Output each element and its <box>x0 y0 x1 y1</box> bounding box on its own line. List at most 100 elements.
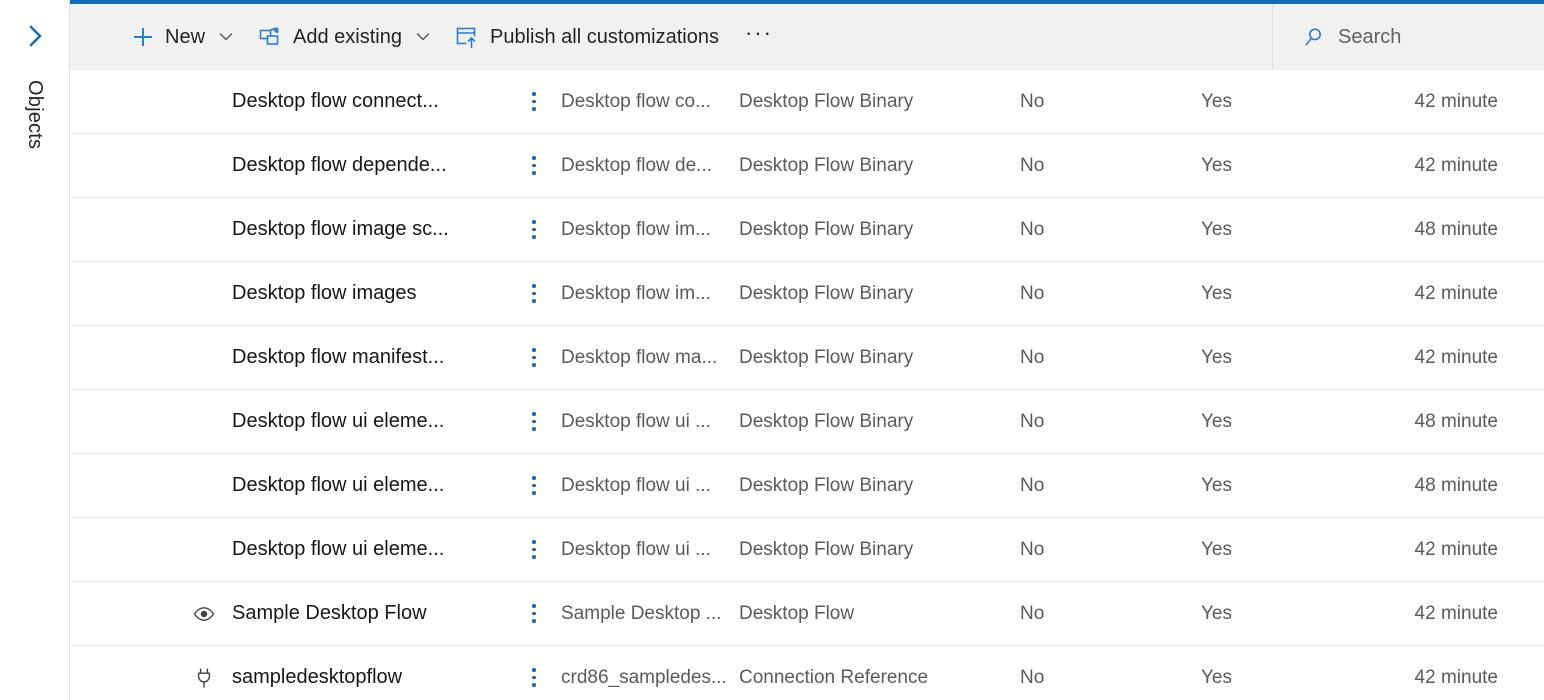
row-customizable: Yes <box>1201 155 1395 177</box>
add-existing-button-label: Add existing <box>293 27 402 47</box>
more-vertical-icon <box>532 92 536 111</box>
row-context-menu-button[interactable] <box>507 604 561 623</box>
more-vertical-icon <box>532 668 536 687</box>
row-display-name[interactable]: Desktop flow ui eleme... <box>232 538 507 561</box>
table-row[interactable]: Desktop flow connect... Desktop flow co..… <box>71 70 1544 134</box>
new-button-label: New <box>165 27 205 47</box>
row-context-menu-button[interactable] <box>507 156 561 175</box>
row-display-name[interactable]: Desktop flow ui eleme... <box>232 474 507 497</box>
publish-all-customizations-label: Publish all customizations <box>490 27 719 47</box>
command-bar-actions: New Add existing <box>70 4 1272 70</box>
new-button[interactable]: New <box>120 13 248 61</box>
connector-plug-icon <box>176 666 232 690</box>
more-vertical-icon <box>532 284 536 303</box>
row-context-menu-button[interactable] <box>507 476 561 495</box>
row-type: Desktop Flow Binary <box>739 91 1020 113</box>
row-context-menu-button[interactable] <box>507 412 561 431</box>
row-display-name[interactable]: Desktop flow manifest... <box>232 346 507 369</box>
row-context-menu-button[interactable] <box>507 284 561 303</box>
row-customizable: Yes <box>1201 283 1395 305</box>
row-display-name[interactable]: Desktop flow ui eleme... <box>232 410 507 433</box>
table-row[interactable]: Desktop flow depende... Desktop flow de..… <box>71 134 1544 198</box>
row-customizable: Yes <box>1201 475 1395 497</box>
row-type: Connection Reference <box>739 667 1020 689</box>
more-vertical-icon <box>532 156 536 175</box>
row-type: Desktop Flow Binary <box>739 539 1020 561</box>
row-customizable: Yes <box>1201 411 1395 433</box>
row-modified: 42 minute <box>1395 539 1544 561</box>
row-type: Desktop Flow Binary <box>739 347 1020 369</box>
row-managed: No <box>1020 539 1201 561</box>
row-name: Sample Desktop ... <box>561 603 739 625</box>
row-modified: 42 minute <box>1395 603 1544 625</box>
row-name: Desktop flow ui ... <box>561 539 739 561</box>
table-row[interactable]: Desktop flow ui eleme... Desktop flow ui … <box>71 454 1544 518</box>
more-vertical-icon <box>532 604 536 623</box>
row-name: Desktop flow co... <box>561 91 739 113</box>
row-managed: No <box>1020 475 1201 497</box>
row-context-menu-button[interactable] <box>507 220 561 239</box>
row-modified: 42 minute <box>1395 347 1544 369</box>
add-existing-icon <box>258 24 284 50</box>
row-context-menu-button[interactable] <box>507 348 561 367</box>
row-modified: 42 minute <box>1395 91 1544 113</box>
table-row[interactable]: Sample Desktop FlowSample Desktop ...Des… <box>71 582 1544 646</box>
expand-panel-button[interactable] <box>14 14 58 58</box>
more-vertical-icon <box>532 348 536 367</box>
table-row[interactable]: sampledesktopflowcrd86_sampledes...Conne… <box>71 646 1544 700</box>
row-display-name[interactable]: Desktop flow connect... <box>232 90 507 113</box>
row-name: Desktop flow ui ... <box>561 411 739 433</box>
row-managed: No <box>1020 667 1201 689</box>
objects-grid[interactable]: Desktop flow connect... Desktop flow co..… <box>71 70 1544 700</box>
more-commands-button[interactable]: ··· <box>737 13 781 61</box>
row-name: Desktop flow im... <box>561 219 739 241</box>
row-type: Desktop Flow Binary <box>739 283 1020 305</box>
more-vertical-icon <box>532 220 536 239</box>
more-vertical-icon <box>532 540 536 559</box>
left-rail: Objects <box>0 0 70 700</box>
row-managed: No <box>1020 91 1201 113</box>
table-row[interactable]: Desktop flow ui eleme... Desktop flow ui … <box>71 518 1544 582</box>
search-placeholder: Search <box>1338 27 1401 47</box>
row-managed: No <box>1020 219 1201 241</box>
row-modified: 42 minute <box>1395 667 1544 689</box>
row-name: Desktop flow ui ... <box>561 475 739 497</box>
row-managed: No <box>1020 155 1201 177</box>
row-customizable: Yes <box>1201 347 1395 369</box>
search-input[interactable]: Search <box>1272 4 1544 70</box>
row-managed: No <box>1020 603 1201 625</box>
table-row[interactable]: Desktop flow ui eleme... Desktop flow ui … <box>71 390 1544 454</box>
row-type: Desktop Flow Binary <box>739 155 1020 177</box>
row-customizable: Yes <box>1201 603 1395 625</box>
row-context-menu-button[interactable] <box>507 92 561 111</box>
row-managed: No <box>1020 411 1201 433</box>
row-name: Desktop flow de... <box>561 155 739 177</box>
row-managed: No <box>1020 283 1201 305</box>
publish-all-customizations-button[interactable]: Publish all customizations <box>445 13 729 61</box>
search-icon <box>1302 25 1326 49</box>
table-row[interactable]: Desktop flow manifest...Desktop flow ma.… <box>71 326 1544 390</box>
rail-section-label-text: Objects <box>25 74 45 149</box>
row-display-name[interactable]: sampledesktopflow <box>232 666 507 689</box>
row-display-name[interactable]: Sample Desktop Flow <box>232 602 507 625</box>
row-display-name[interactable]: Desktop flow image sc... <box>232 218 507 241</box>
add-existing-button[interactable]: Add existing <box>248 13 445 61</box>
solution-objects-page: Objects New <box>0 0 1544 700</box>
row-display-name[interactable]: Desktop flow depende... <box>232 154 507 177</box>
table-row[interactable]: Desktop flow image sc... Desktop flow im.… <box>71 198 1544 262</box>
row-modified: 42 minute <box>1395 283 1544 305</box>
table-row[interactable]: Desktop flow images Desktop flow im...Des… <box>71 262 1544 326</box>
row-type: Desktop Flow Binary <box>739 411 1020 433</box>
row-customizable: Yes <box>1201 219 1395 241</box>
row-modified: 48 minute <box>1395 411 1544 433</box>
more-vertical-icon <box>532 412 536 431</box>
row-display-name[interactable]: Desktop flow images <box>232 282 507 305</box>
row-modified: 48 minute <box>1395 475 1544 497</box>
chevron-down-icon <box>411 25 435 49</box>
row-name: Desktop flow im... <box>561 283 739 305</box>
row-managed: No <box>1020 347 1201 369</box>
rail-section-label: Objects <box>0 74 70 274</box>
row-context-menu-button[interactable] <box>507 540 561 559</box>
row-context-menu-button[interactable] <box>507 668 561 687</box>
row-type: Desktop Flow Binary <box>739 475 1020 497</box>
